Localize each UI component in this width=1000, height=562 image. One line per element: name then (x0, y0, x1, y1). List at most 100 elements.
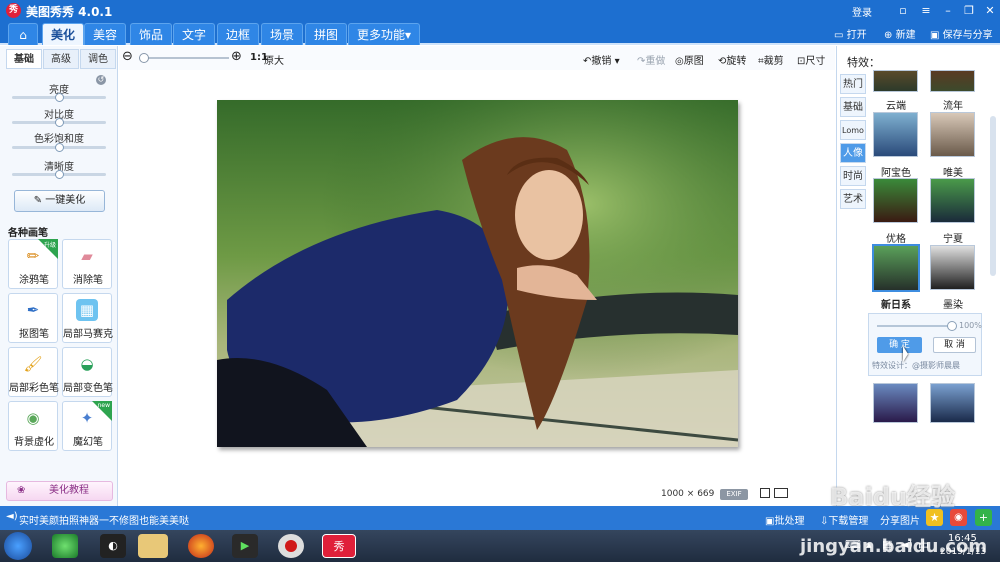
original-icon: ◎ (675, 56, 684, 67)
home-button[interactable]: ⌂ (8, 23, 38, 45)
brightness-slider[interactable] (12, 93, 106, 102)
compare-view-icon[interactable] (760, 488, 770, 498)
effects-tab-hot[interactable]: 热门 (840, 74, 866, 94)
exif-button[interactable]: EXIF (720, 489, 748, 500)
zoom-slider[interactable] (139, 53, 229, 63)
color-brush-button[interactable]: 🖌 局部彩色笔 (8, 347, 59, 397)
eraser-icon: ▰ (81, 247, 93, 265)
tab-face[interactable]: 美容 (84, 23, 127, 45)
effect-thumb-ink[interactable] (930, 245, 975, 290)
zoom-out-icon[interactable]: ⊖ (122, 49, 133, 64)
saturation-knob[interactable] (54, 143, 64, 152)
tab-accessories[interactable]: 饰品 (130, 23, 173, 45)
add-icon[interactable]: + (975, 509, 992, 526)
resize-button[interactable]: ⊡尺寸 (797, 52, 825, 67)
effect-thumb-next-1[interactable] (873, 383, 918, 423)
cancel-button[interactable]: 取 消 (933, 337, 976, 353)
effects-scrollbar[interactable] (990, 116, 996, 276)
tab-more-functions[interactable]: 更多功能▾ (348, 23, 421, 45)
tab-scene[interactable]: 场景 (261, 23, 304, 45)
tab-text[interactable]: 文字 (173, 23, 216, 45)
original-size-label[interactable]: 原大 (264, 52, 284, 67)
batch-label: 批处理 (774, 516, 805, 527)
eraser-brush-button[interactable]: ▰ 消除笔 (62, 239, 112, 289)
effects-tab-basic[interactable]: 基础 (840, 97, 866, 117)
status-tip[interactable]: 实时美颜拍照神器一不修图也能美美哒 (19, 512, 189, 527)
brightness-knob[interactable] (54, 93, 64, 102)
effect-designer-credit[interactable]: 特效设计：@摄影师晨晨 (872, 360, 960, 371)
image-height: 669 (697, 489, 715, 499)
rotate-button[interactable]: ⟲旋转 (718, 52, 746, 67)
taskbar-record-icon[interactable] (278, 534, 304, 558)
cutout-brush-label: 抠图笔 (19, 329, 49, 340)
contrast-knob[interactable] (54, 118, 64, 127)
recolor-brush-label: 局部变色笔 (63, 383, 113, 394)
sharpness-slider[interactable] (12, 170, 106, 179)
taskbar-explorer-icon[interactable] (138, 534, 168, 558)
mosaic-brush-label: 局部马赛克 (63, 329, 113, 340)
taskbar-app-360-icon[interactable] (52, 534, 78, 558)
confirm-button[interactable]: 确 定 (877, 337, 922, 353)
one-click-beautify-button[interactable]: ✎ 一键美化 (14, 190, 105, 212)
login-link[interactable]: 登录 (852, 4, 872, 19)
restore-icon[interactable]: ❐ (961, 3, 977, 18)
taskbar-firefox-icon[interactable] (188, 534, 214, 558)
save-share-button[interactable]: ▣ 保存与分享 (930, 26, 993, 41)
effect-strength-slider[interactable] (877, 321, 957, 331)
effect-thumb-abao[interactable] (873, 112, 918, 157)
blur-background-button[interactable]: ◉ 背景虚化 (8, 401, 58, 451)
tutorial-button[interactable]: ❀ 美化教程 (6, 481, 113, 501)
zoom-slider-knob[interactable] (139, 53, 149, 63)
mouse-cursor-icon (903, 346, 908, 362)
open-button[interactable]: ▭ 打开 (834, 26, 867, 41)
feedback-icon[interactable]: ▫ (895, 3, 911, 18)
effects-tab-portrait[interactable]: 人像 (840, 143, 866, 163)
zoom-in-icon[interactable]: ⊕ (231, 49, 242, 64)
split-view-icon[interactable] (774, 488, 788, 498)
download-button[interactable]: ⇩下载管理 (820, 512, 868, 527)
baidu-watermark: Baidu经验 (830, 483, 955, 511)
subtab-basic[interactable]: 基础 (6, 49, 42, 69)
effects-tab-art[interactable]: 艺术 (840, 189, 866, 209)
edited-photo[interactable] (217, 100, 738, 447)
photo-image (217, 100, 738, 447)
effects-tab-fashion[interactable]: 时尚 (840, 166, 866, 186)
magic-brush-button[interactable]: ✦ 魔幻笔 new (62, 401, 112, 451)
effect-thumb-new-japanese[interactable] (872, 244, 920, 292)
crop-button[interactable]: ⌗裁剪 (758, 52, 784, 67)
minimize-icon[interactable]: – (940, 3, 956, 18)
mosaic-brush-button[interactable]: ▦ 局部马赛克 (62, 293, 113, 343)
tab-beautify[interactable]: 美化 (42, 23, 85, 45)
tab-collage[interactable]: 拼图 (305, 23, 348, 45)
original-button[interactable]: ◎原图 (675, 52, 704, 67)
subtab-color[interactable]: 调色 (80, 49, 116, 69)
batch-button[interactable]: ▣批处理 (765, 512, 804, 527)
taskbar-player-icon[interactable]: ▶ (232, 534, 258, 558)
contrast-slider[interactable] (12, 118, 106, 127)
effect-thumb-yogurt[interactable] (873, 178, 918, 223)
effects-tab-lomo[interactable]: Lomo (840, 120, 866, 140)
tab-frame[interactable]: 边框 (217, 23, 260, 45)
effect-thumb-ningxia[interactable] (930, 178, 975, 223)
cutout-brush-button[interactable]: ✒ 抠图笔 (8, 293, 58, 343)
effect-thumb-dreamy[interactable] (930, 112, 975, 157)
close-icon[interactable]: ✕ (982, 3, 998, 18)
effect-thumb-years[interactable] (930, 70, 975, 92)
taskbar-meitu-icon[interactable]: 秀 (322, 534, 356, 558)
subtab-advanced[interactable]: 高级 (43, 49, 79, 69)
menu-icon[interactable]: ≡ (918, 3, 934, 18)
start-button[interactable] (4, 532, 32, 560)
sharpness-knob[interactable] (54, 170, 64, 179)
redo-button[interactable]: ↷重做 (637, 52, 665, 67)
taskbar-qq-icon[interactable]: ◐ (100, 534, 126, 558)
effect-strength-knob[interactable] (947, 321, 957, 331)
saturation-slider[interactable] (12, 143, 106, 152)
new-button[interactable]: ⊕ 新建 (884, 26, 916, 41)
effect-thumb-next-2[interactable] (930, 383, 975, 423)
image-toolbar: ⊖ ⊕ 1:1 原大 ↶撤销 ▾ ↷重做 ◎原图 ⟲旋转 ⌗裁剪 ⊡尺寸 (119, 46, 835, 70)
recolor-brush-button[interactable]: ◒ 局部变色笔 (62, 347, 113, 397)
effect-thumb-cloud[interactable] (873, 70, 918, 92)
undo-button[interactable]: ↶撤销 ▾ (583, 52, 620, 67)
doodle-brush-button[interactable]: ✏ 涂鸦笔 升级 (8, 239, 58, 289)
share-image-label[interactable]: 分享图片 (880, 512, 920, 527)
